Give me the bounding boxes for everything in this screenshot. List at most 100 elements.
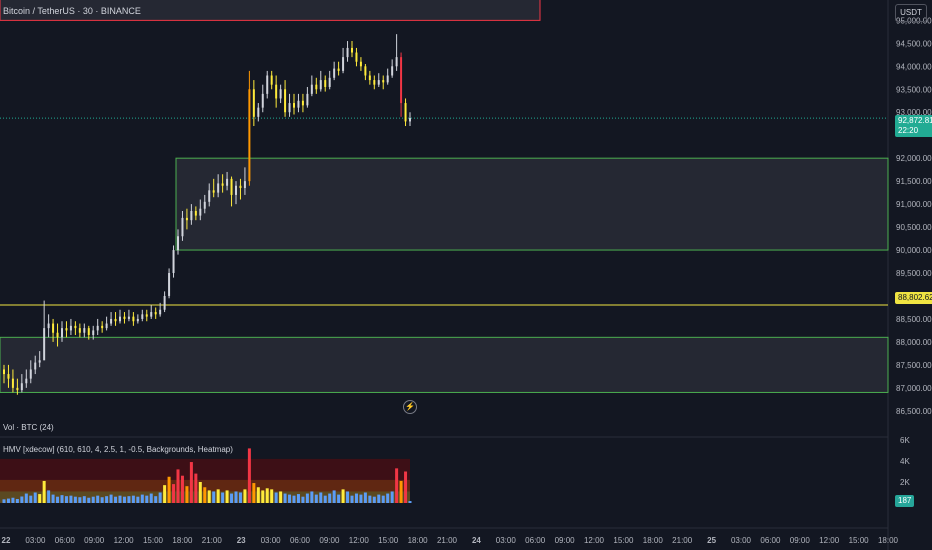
candle-body (114, 318, 117, 322)
candle-body (301, 100, 304, 106)
symbol-title[interactable]: Bitcoin / TetherUS · 30 · BINANCE (3, 6, 141, 16)
time-axis-label: 21:00 (437, 536, 458, 545)
candle-body (150, 312, 153, 317)
price-axis-label: 92,000.00 (896, 154, 932, 163)
volume-bar (265, 488, 269, 503)
volume-bar (399, 480, 403, 503)
candle-body (110, 318, 113, 324)
volume-bar (69, 495, 73, 503)
candle-body (7, 374, 10, 379)
candle-body (221, 183, 224, 186)
volume-bar (136, 496, 140, 503)
price-axis-label: 91,000.00 (896, 200, 932, 209)
candle-body (364, 66, 367, 76)
volume-bar (252, 483, 256, 503)
time-axis-label: 18:00 (172, 536, 193, 545)
time-axis-label: 03:00 (25, 536, 46, 545)
chart-canvas[interactable]: 95,000.0094,500.0094,000.0093,500.0093,0… (0, 0, 932, 550)
price-axis-label: 89,500.00 (896, 269, 932, 278)
volume-bar (158, 492, 162, 503)
time-axis-label: 03:00 (261, 536, 282, 545)
hmv-indicator-title[interactable]: HMV [xdecow] (610, 610, 4, 2.5, 1, -0.5,… (3, 445, 233, 454)
volume-bar (377, 494, 381, 503)
candle-body (199, 208, 202, 216)
volume-bar (305, 493, 309, 503)
price-zone (0, 336, 889, 393)
candle-body (252, 89, 255, 117)
candle-body (61, 328, 63, 338)
level-price-tag: 88,802.62 (895, 292, 932, 304)
candle-body (208, 190, 211, 202)
volume-bar (216, 489, 220, 503)
candle-body (386, 75, 389, 83)
time-axis-label: 12:00 (584, 536, 605, 545)
volume-bar (2, 499, 6, 503)
volume-bar (185, 486, 189, 503)
price-zone (175, 157, 889, 251)
time-axis-label: 12:00 (114, 536, 135, 545)
time-axis-label: 15:00 (143, 536, 164, 545)
volume-bar (225, 490, 229, 503)
volume-bar (198, 482, 202, 503)
price-axis-label: 88,000.00 (896, 338, 932, 347)
time-axis-label: 12:00 (819, 536, 840, 545)
candle-body (92, 330, 95, 336)
candle-body (212, 190, 215, 193)
volume-bar (359, 494, 363, 503)
candle-body (194, 211, 197, 216)
volume-bar (105, 496, 109, 503)
volume-bar (296, 494, 300, 503)
volume-bar (176, 469, 180, 503)
volume-bar (328, 493, 332, 503)
time-axis-label: 21:00 (202, 536, 223, 545)
price-axis-label: 86,500.00 (896, 407, 932, 416)
price-axis-label: 93,500.00 (896, 85, 932, 94)
candle-body (368, 75, 371, 81)
volume-bar (279, 491, 283, 503)
time-axis-label: 15:00 (378, 536, 399, 545)
candle-body (395, 57, 398, 67)
time-axis-label: 18:00 (643, 536, 664, 545)
volume-bar (332, 490, 336, 503)
candle-body (16, 387, 19, 391)
candle-body (69, 325, 72, 331)
lightning-icon[interactable]: ⚡ (403, 400, 417, 414)
candle-body (74, 325, 77, 329)
volume-bar (145, 495, 149, 503)
volume-indicator-title[interactable]: Vol · BTC (24) (3, 423, 54, 432)
time-axis-label: 18:00 (878, 536, 899, 545)
volume-bar (33, 492, 37, 503)
volume-bar (167, 476, 171, 503)
candle-body (333, 68, 336, 78)
price-axis-label: 94,000.00 (896, 62, 932, 71)
candle-body (190, 211, 193, 221)
currency-button[interactable]: USDT (895, 4, 927, 22)
time-axis-label: 06:00 (525, 536, 546, 545)
volume-bar (368, 495, 372, 503)
candle-body (29, 369, 32, 379)
volume-bar (283, 493, 287, 503)
time-axis-label: 06:00 (760, 536, 781, 545)
volume-bar (207, 490, 211, 503)
volume-bar (337, 494, 341, 503)
candle-body (261, 93, 264, 108)
volume-bar (363, 492, 367, 503)
candle-body (270, 75, 273, 85)
candle-body (226, 178, 229, 186)
candle-body (52, 323, 55, 333)
candle-body (83, 328, 86, 333)
candle-body (141, 314, 144, 319)
volume-bar (118, 495, 122, 503)
time-axis-label: 24 (472, 536, 481, 545)
candle-body (328, 77, 331, 87)
bar-countdown: 22:20 (898, 126, 919, 135)
volume-bar (354, 493, 358, 503)
price-axis-label: 87,500.00 (896, 361, 932, 370)
price-axis-label: 90,500.00 (896, 223, 932, 232)
candle-body (181, 217, 184, 237)
current-price-value: 92,872.81 (898, 116, 932, 125)
volume-bar (221, 492, 225, 503)
volume-bar (408, 501, 412, 503)
candle-body (168, 273, 171, 296)
volume-bar (292, 495, 296, 503)
